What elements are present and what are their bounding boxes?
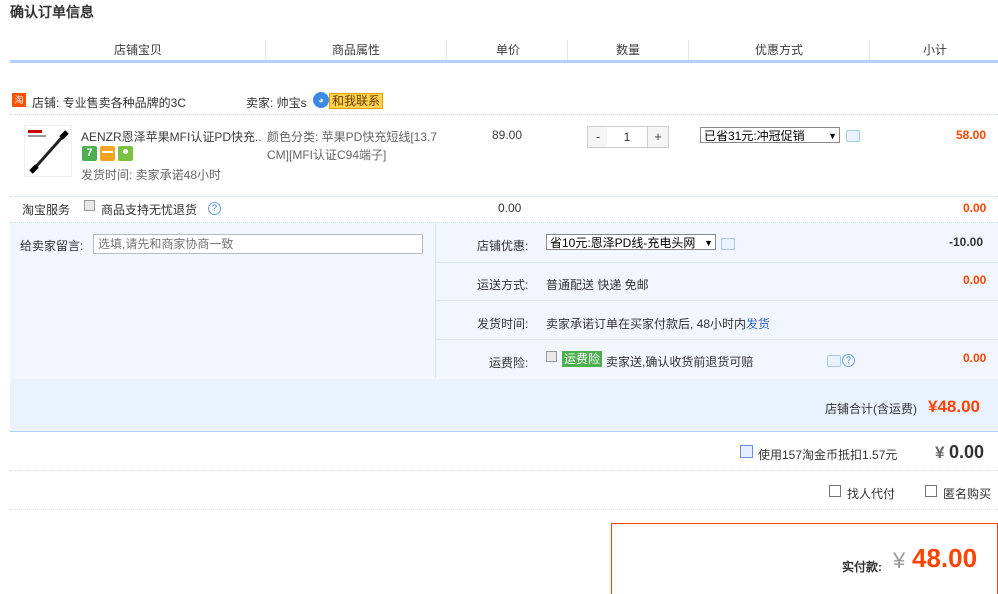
item-subtotal: 58.00 [956, 128, 987, 142]
proxy-pay-label: 找人代付 [847, 487, 896, 501]
col-quantity: 数量 [616, 43, 641, 57]
attr-line-2: CM][MFI认证C94端子] [267, 148, 387, 162]
shop-total-value: ¥48.00 [928, 397, 980, 416]
seller-name[interactable]: 卖家: 帅宝s [246, 94, 307, 111]
product-thumbnail[interactable] [24, 125, 72, 177]
shop-discount-chat-icon[interactable] [721, 238, 735, 250]
product-attributes: 颜色分类: 苹果PD快充短线[13.7 CM][MFI认证C94端子] [267, 128, 457, 164]
decrease-button[interactable]: - [587, 126, 609, 148]
anonymous-checkbox[interactable] [925, 485, 937, 497]
increase-button[interactable]: + [647, 126, 669, 148]
service-price: 0.00 [498, 201, 522, 215]
col-attributes: 商品属性 [332, 43, 381, 57]
payment-currency: ¥ [893, 548, 906, 573]
discount-selected: 已省31元:冲冠促销 [704, 129, 805, 143]
delivery-text: 卖家承诺订单在买家付款后, 48小时内 [546, 317, 747, 331]
row-divider [436, 300, 998, 301]
col-divider [446, 40, 447, 60]
shipping-amount: 0.00 [963, 273, 987, 287]
delivery-link[interactable]: 发货 [746, 317, 770, 331]
coins-label: 使用157淘金币抵扣1.57元 [758, 448, 898, 462]
page-title: 确认订单信息 [10, 4, 94, 20]
unit-price: 89.00 [492, 128, 523, 142]
service-checkbox[interactable] [84, 200, 95, 211]
payment-value: 48.00 [912, 543, 978, 573]
col-divider [567, 40, 568, 60]
discount-select[interactable]: 已省31元:冲冠促销 ▼ [700, 127, 840, 143]
card-stripe [102, 151, 113, 153]
service-option: 商品支持无忧退货 [101, 203, 198, 217]
dropdown-arrow-icon: ▼ [828, 131, 837, 141]
coins-value: 0.00 [949, 442, 985, 462]
insurance-help-icon[interactable]: ? [842, 354, 855, 367]
quantity-input[interactable] [607, 126, 647, 148]
shipping-value: 普通配送 快递 免邮 [546, 278, 649, 292]
shop-total-label: 店铺合计(含运费) [825, 402, 917, 416]
insurance-chat-icon[interactable] [827, 355, 841, 367]
discount-chat-icon[interactable] [846, 130, 860, 142]
coins-checkbox[interactable] [740, 445, 753, 458]
shop-discount-label: 店铺优惠: [477, 239, 529, 253]
coins-currency: ¥ [935, 443, 945, 462]
vip-icon[interactable] [118, 146, 133, 161]
shop-discount-value: -10.00 [949, 235, 984, 249]
contact-label: 和我联系 [329, 93, 384, 109]
anonymous-label: 匿名购买 [943, 487, 992, 501]
col-shop-item: 店铺宝贝 [114, 43, 163, 57]
insurance-checkbox[interactable] [546, 351, 557, 362]
dropdown-arrow-icon: ▼ [704, 238, 713, 248]
cable-image [28, 130, 69, 174]
shop-discount-selected: 省10元:恩泽PD线-充电头网 [550, 236, 696, 250]
wangwang-chat-icon: ◕ [313, 92, 329, 108]
payment-label: 实付款: [842, 560, 882, 574]
product-name-link[interactable]: AENZR恩泽苹果MFI认证PD快充... [81, 128, 261, 145]
insurance-tag: 运费险 [562, 351, 603, 367]
col-subtotal: 小计 [923, 43, 948, 57]
service-subtotal: 0.00 [963, 201, 987, 215]
column-header: 店铺宝贝 商品属性 单价 数量 优惠方式 小计 [10, 36, 998, 63]
shop-name[interactable]: 店铺: 专业售卖各种品牌的3C [32, 94, 186, 111]
delivery-value: 卖家承诺订单在买家付款后, 48小时内发货 [546, 315, 770, 332]
col-divider [688, 40, 689, 60]
shipping-label: 运送方式: [477, 278, 529, 292]
insurance-label: 运费险: [489, 356, 529, 370]
row-divider [436, 262, 998, 263]
attr-line-1: 颜色分类: 苹果PD快充短线[13.7 [267, 130, 438, 144]
seven-day-return-icon[interactable]: 7 [82, 146, 97, 161]
col-price: 单价 [496, 43, 521, 57]
col-divider [869, 40, 870, 60]
insurance-desc: 卖家送,确认收货前退货可赔 [606, 355, 754, 369]
col-divider [265, 40, 266, 60]
row-divider [10, 509, 998, 511]
message-input[interactable] [93, 234, 423, 254]
credit-card-icon[interactable] [100, 146, 115, 161]
delivery-label: 发货时间: [477, 317, 529, 331]
shop-discount-select[interactable]: 省10元:恩泽PD线-充电头网 ▼ [546, 234, 716, 250]
message-label: 给卖家留言: [20, 239, 84, 253]
proxy-pay-checkbox[interactable] [829, 485, 841, 497]
taobao-shop-icon: 淘 [12, 93, 26, 107]
help-icon[interactable]: ? [208, 202, 221, 215]
vip-dot [123, 149, 128, 154]
ship-time: 发货时间: 卖家承诺48小时 [81, 168, 222, 182]
row-divider [10, 470, 998, 472]
row-divider [436, 339, 998, 340]
insurance-amount: 0.00 [963, 351, 987, 365]
col-discount: 优惠方式 [755, 43, 804, 57]
service-label: 淘宝服务 [22, 203, 71, 217]
